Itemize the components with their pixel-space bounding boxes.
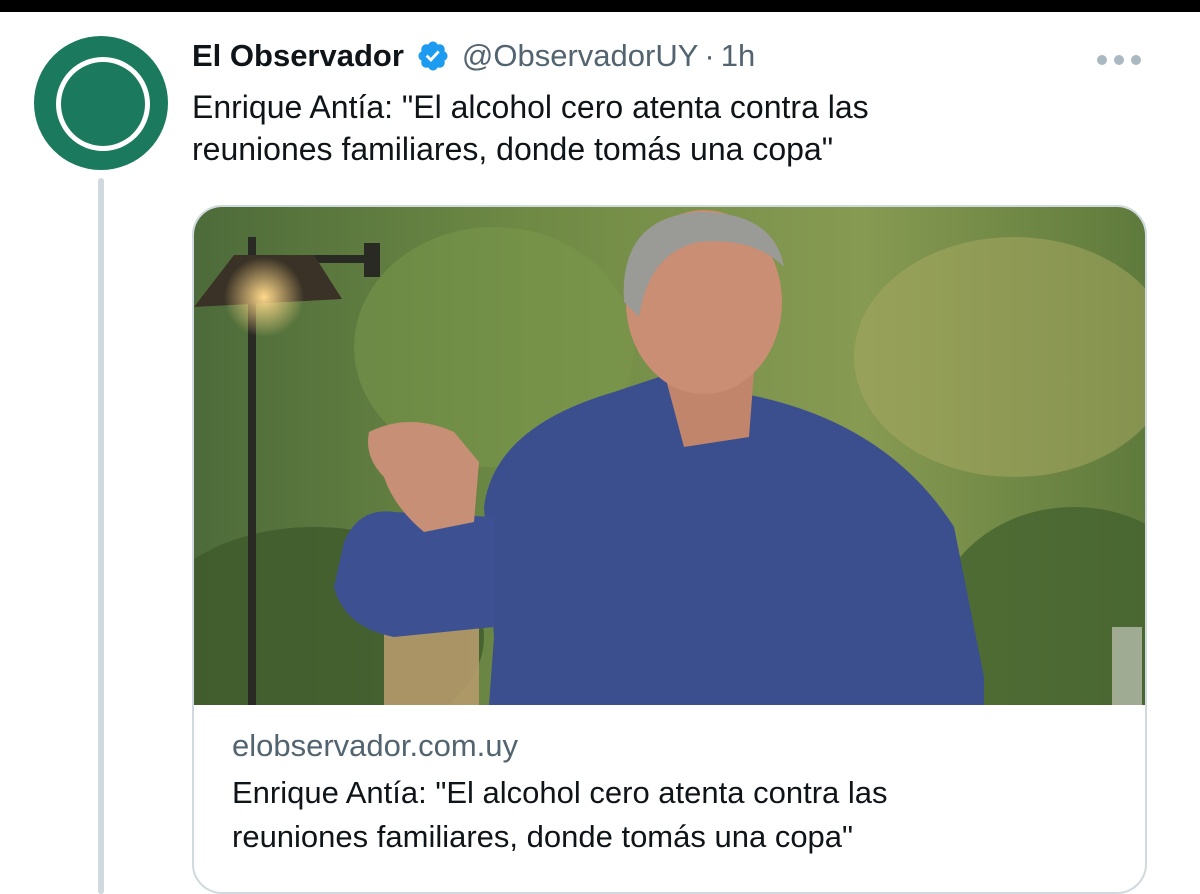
tweet-header: El Observador @ObservadorUY · 1h [192, 36, 755, 76]
card-body: elobservador.com.uy Enrique Antía: "El a… [232, 725, 1112, 859]
status-bar [0, 0, 1200, 12]
card-title-line: reuniones familiares, donde tomás una co… [232, 819, 854, 854]
header-separator: · [704, 38, 715, 73]
tweet-timestamp[interactable]: 1h [721, 38, 755, 74]
author-avatar[interactable] [34, 36, 168, 170]
thread-line [98, 178, 104, 894]
card-title-line: Enrique Antía: "El alcohol cero atenta c… [232, 775, 888, 810]
more-options-icon[interactable] [1094, 50, 1144, 70]
tweet-text-line: Enrique Antía: "El alcohol cero atenta c… [192, 89, 869, 125]
link-preview-card[interactable]: elobservador.com.uy Enrique Antía: "El a… [192, 205, 1147, 894]
verified-badge-icon [418, 41, 448, 71]
article-photo [194, 207, 1145, 705]
author-handle[interactable]: @ObservadorUY [462, 38, 699, 74]
card-title: Enrique Antía: "El alcohol cero atenta c… [232, 771, 1112, 859]
tweet[interactable]: El Observador @ObservadorUY · 1h Enrique… [0, 12, 1200, 894]
el-observador-logo-icon [56, 57, 150, 151]
author-name[interactable]: El Observador [192, 38, 404, 74]
tweet-text: Enrique Antía: "El alcohol cero atenta c… [192, 86, 1132, 170]
card-domain: elobservador.com.uy [232, 728, 519, 763]
tweet-text-line: reuniones familiares, donde tomás una co… [192, 131, 834, 167]
